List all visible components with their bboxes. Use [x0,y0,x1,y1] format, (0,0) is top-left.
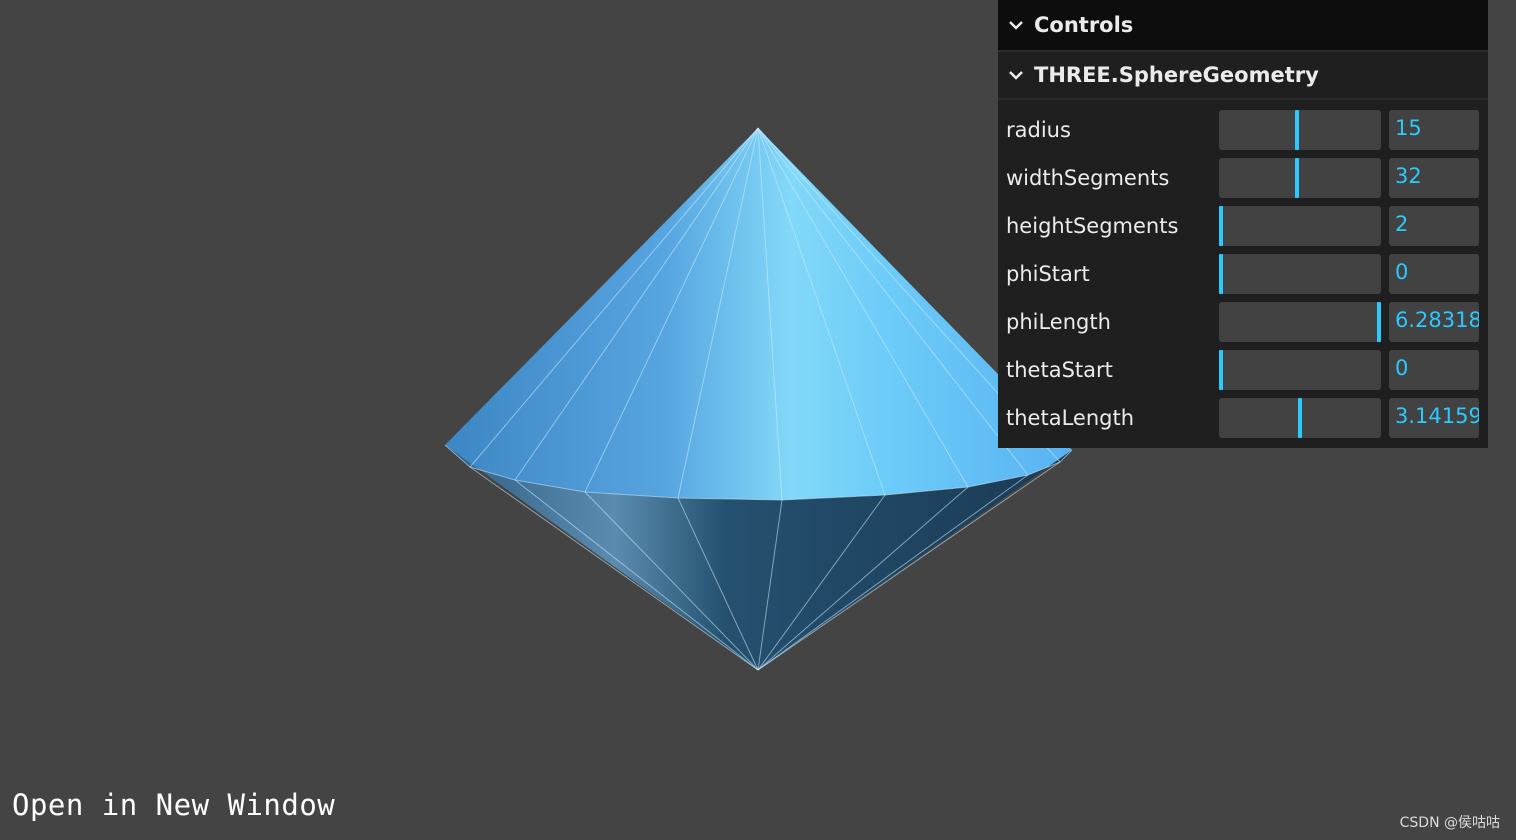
chevron-down-icon [1008,17,1024,33]
width-segments-input[interactable]: 32 [1389,158,1479,198]
param-row-theta-start: thetaStart 0 [998,346,1488,394]
phi-length-input[interactable]: 6.283185 [1389,302,1479,342]
height-segments-input[interactable]: 2 [1389,206,1479,246]
width-segments-slider[interactable] [1219,158,1381,198]
controls-panel: Controls THREE.SphereGeometry radius 15 … [998,0,1488,448]
param-row-height-segments: heightSegments 2 [998,202,1488,250]
param-label: phiLength [1006,310,1111,334]
watermark-text: CSDN @侯咕咕 [1399,815,1500,831]
phi-start-slider[interactable] [1219,254,1381,294]
theta-length-input[interactable]: 3.141593 [1389,398,1479,438]
param-label: phiStart [1006,262,1090,286]
param-label: radius [1006,118,1071,142]
slider-thumb[interactable] [1377,302,1381,342]
slider-thumb[interactable] [1219,254,1223,294]
param-row-theta-length: thetaLength 3.141593 [998,394,1488,442]
param-label: thetaStart [1006,358,1113,382]
slider-thumb[interactable] [1294,110,1299,150]
theta-start-slider[interactable] [1219,350,1381,390]
height-segments-slider[interactable] [1219,206,1381,246]
param-row-width-segments: widthSegments 32 [998,154,1488,202]
param-label: widthSegments [1006,166,1170,190]
param-row-phi-length: phiLength 6.283185 [998,298,1488,346]
theta-length-slider[interactable] [1219,398,1381,438]
controls-title: Controls [1034,13,1134,37]
parameter-list: radius 15 widthSegments 32 heightSegment… [998,100,1488,448]
param-label: thetaLength [1006,406,1134,430]
phi-start-input[interactable]: 0 [1389,254,1479,294]
phi-length-slider[interactable] [1219,302,1381,342]
param-label: heightSegments [1006,214,1179,238]
param-row-radius: radius 15 [998,106,1488,154]
open-in-new-window-link[interactable]: Open in New Window [12,788,335,822]
slider-thumb[interactable] [1219,206,1223,246]
controls-header[interactable]: Controls [998,0,1488,52]
slider-thumb[interactable] [1298,398,1302,438]
folder-header-sphere-geometry[interactable]: THREE.SphereGeometry [998,52,1488,100]
radius-input[interactable]: 15 [1389,110,1479,150]
slider-thumb[interactable] [1219,350,1223,390]
chevron-down-icon [1008,67,1024,83]
radius-slider[interactable] [1219,110,1381,150]
folder-title: THREE.SphereGeometry [1034,63,1319,87]
theta-start-input[interactable]: 0 [1389,350,1479,390]
slider-thumb[interactable] [1294,158,1299,198]
param-row-phi-start: phiStart 0 [998,250,1488,298]
upper-cone [445,128,1072,500]
